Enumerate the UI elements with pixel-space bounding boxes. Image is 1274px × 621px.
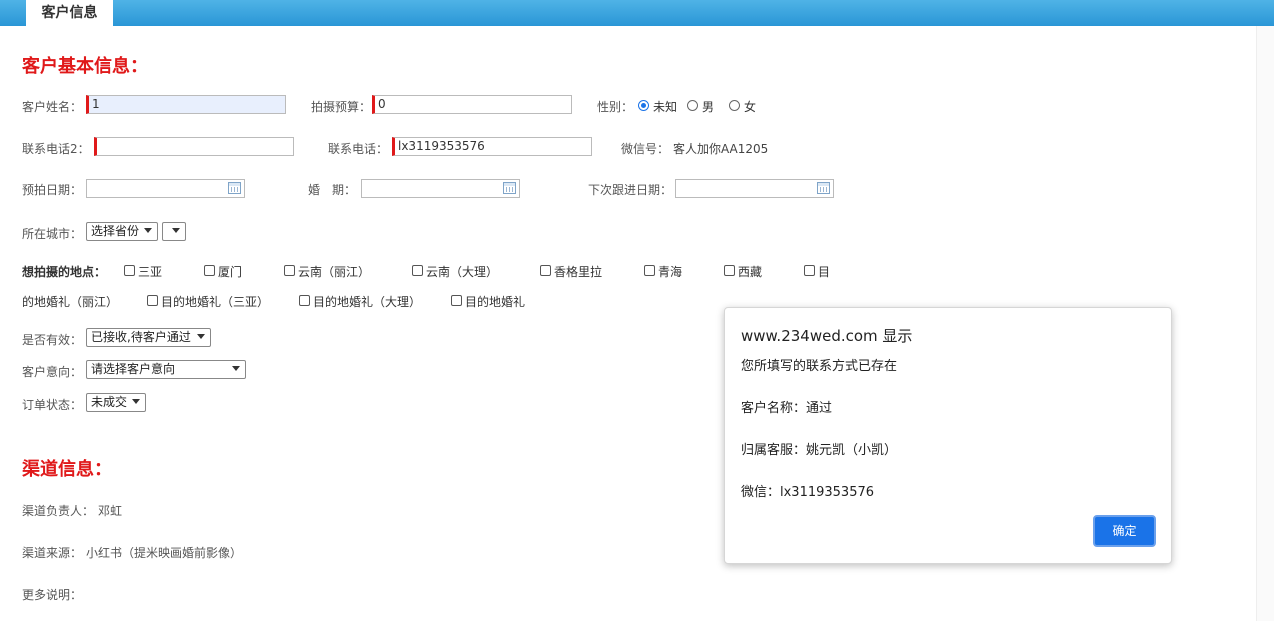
location-label: 西藏 — [738, 265, 763, 279]
channel-owner-value: 邓虹 — [98, 504, 123, 518]
wechat-label: 微信号： — [621, 142, 670, 156]
chevron-down-icon — [144, 228, 152, 233]
gender-option-male: 男 — [702, 100, 715, 114]
gender-radio-unknown[interactable] — [638, 100, 649, 111]
location-label: 的地婚礼（丽江） — [22, 295, 119, 309]
city-select[interactable] — [162, 222, 186, 241]
chevron-down-icon — [132, 399, 140, 404]
ok-button[interactable]: 确定 — [1093, 515, 1156, 547]
location-checkbox-dali[interactable] — [412, 265, 423, 276]
gender-option-unknown: 未知 — [653, 100, 678, 114]
calendar-icon[interactable] — [817, 182, 830, 194]
location-checkbox-destination[interactable] — [451, 295, 462, 306]
calendar-icon[interactable] — [503, 182, 516, 194]
alert-dialog: www.234wed.com 显示 您所填写的联系方式已存在 客户名称：通过 归… — [724, 307, 1172, 564]
followup-date-input[interactable] — [675, 179, 834, 198]
shoot-date-label: 预拍日期： — [22, 183, 83, 197]
location-checkbox-destination-dali[interactable] — [299, 295, 310, 306]
calendar-icon[interactable] — [228, 182, 241, 194]
dialog-title: www.234wed.com 显示 — [741, 327, 913, 345]
tab-customer-info[interactable]: 客户信息 — [26, 0, 113, 26]
location-checkbox-qinghai[interactable] — [644, 265, 655, 276]
order-status-select-value: 未成交 — [91, 395, 128, 409]
location-label: 目的地婚礼 — [465, 295, 526, 309]
location-checkbox-destination-sanya[interactable] — [147, 295, 158, 306]
wechat-value: 客人加你AA1205 — [673, 142, 769, 156]
locations-label: 想拍摄的地点： — [22, 265, 107, 279]
location-checkbox-lijiang[interactable] — [284, 265, 295, 276]
gender-label: 性别： — [597, 100, 634, 114]
channel-source-value: 小红书（提米映画婚前影像） — [86, 546, 243, 560]
intent-select[interactable]: 请选择客户意向 — [86, 360, 246, 379]
phone-label: 联系电话： — [328, 142, 389, 156]
phone2-input[interactable] — [94, 137, 294, 156]
location-label: 三亚 — [138, 265, 163, 279]
intent-label: 客户意向： — [22, 365, 83, 379]
chevron-down-icon — [232, 366, 240, 371]
location-checkbox-shangrila[interactable] — [540, 265, 551, 276]
channel-owner-label: 渠道负责人： — [22, 504, 95, 518]
top-bar — [0, 0, 1274, 26]
channel-source-label: 渠道来源： — [22, 546, 83, 560]
intent-select-value: 请选择客户意向 — [91, 362, 176, 376]
budget-label: 拍摄预算： — [311, 100, 372, 114]
location-label: 青海 — [658, 265, 683, 279]
chevron-down-icon — [172, 228, 180, 233]
location-checkbox-tibet[interactable] — [724, 265, 735, 276]
location-label: 目的地婚礼（大理） — [313, 295, 422, 309]
location-label: 云南（丽江） — [298, 265, 371, 279]
dialog-message-line: 您所填写的联系方式已存在 — [741, 359, 898, 374]
order-status-label: 订单状态： — [22, 398, 83, 412]
location-label: 云南（大理） — [426, 265, 499, 279]
section-title-basic: 客户基本信息： — [22, 56, 148, 77]
province-select[interactable]: 选择省份 — [86, 222, 158, 241]
chevron-down-icon — [197, 334, 205, 339]
wedding-date-input[interactable] — [361, 179, 520, 198]
phone-input[interactable]: lx3119353576 — [392, 137, 592, 156]
dialog-message-line: 客户名称：通过 — [741, 401, 833, 416]
section-title-channel: 渠道信息： — [22, 459, 112, 480]
order-status-select[interactable]: 未成交 — [86, 393, 146, 412]
province-select-value: 选择省份 — [91, 224, 140, 238]
wedding-date-label: 婚 期： — [308, 183, 357, 197]
notes-label: 更多说明： — [22, 588, 83, 602]
valid-label: 是否有效： — [22, 333, 83, 347]
shoot-date-input[interactable] — [86, 179, 245, 198]
location-label: 目 — [818, 265, 831, 279]
valid-select[interactable]: 已接收,待客户通过 — [86, 328, 211, 347]
location-label: 香格里拉 — [554, 265, 603, 279]
location-checkbox-destination-lijiang[interactable] — [804, 265, 815, 276]
gender-option-female: 女 — [744, 100, 757, 114]
dialog-message-line: 微信：lx3119353576 — [741, 485, 875, 500]
gender-radio-male[interactable] — [687, 100, 698, 111]
customer-name-input[interactable]: 1 — [86, 95, 286, 114]
location-label: 厦门 — [218, 265, 243, 279]
gender-radio-female[interactable] — [729, 100, 740, 111]
followup-date-label: 下次跟进日期： — [588, 183, 673, 197]
phone2-label: 联系电话2： — [22, 142, 90, 156]
customer-name-label: 客户姓名： — [22, 100, 83, 114]
location-label: 目的地婚礼（三亚） — [161, 295, 270, 309]
dialog-message-line: 归属客服：姚元凯（小凯） — [741, 443, 898, 458]
location-checkbox-sanya[interactable] — [124, 265, 135, 276]
location-checkbox-xiamen[interactable] — [204, 265, 215, 276]
valid-select-value: 已接收,待客户通过 — [91, 330, 191, 344]
scrollbar[interactable] — [1256, 26, 1274, 621]
city-label: 所在城市： — [22, 227, 83, 241]
budget-input[interactable]: 0 — [372, 95, 572, 114]
